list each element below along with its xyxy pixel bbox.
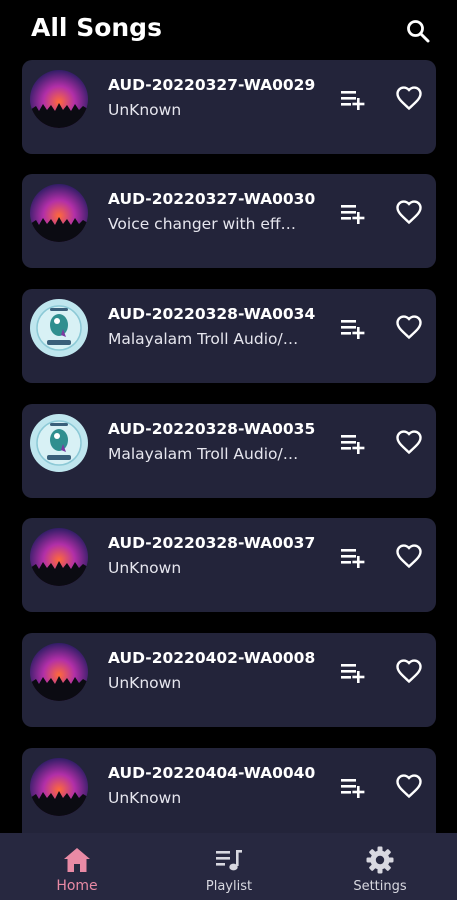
heart-outline-icon[interactable]	[394, 771, 424, 801]
song-card[interactable]: AUD-20220328-WA0034 Malayalam Troll Audi…	[22, 289, 436, 383]
song-artist: UnKnown	[108, 789, 182, 807]
playlist-add-icon[interactable]	[339, 429, 367, 457]
song-card[interactable]: AUD-20220402-WA0008 UnKnown	[22, 633, 436, 727]
song-list[interactable]: AUD-20220327-WA0029 UnKnown AUD-20220327…	[0, 0, 457, 833]
heart-outline-icon[interactable]	[394, 427, 424, 457]
playlist-add-icon[interactable]	[339, 199, 367, 227]
heart-outline-icon[interactable]	[394, 541, 424, 571]
song-artist: Malayalam Troll Audio/Memes	[108, 330, 303, 348]
album-art-concert	[30, 184, 88, 242]
playlist-add-icon[interactable]	[339, 543, 367, 571]
song-card[interactable]: AUD-20220328-WA0037 UnKnown	[22, 518, 436, 612]
song-artist: Malayalam Troll Audio/Memes	[108, 445, 303, 463]
nav-item-settings[interactable]: Settings	[320, 833, 440, 900]
page-title: All Songs	[31, 13, 162, 42]
song-artist: Voice changer with effects	[108, 215, 303, 233]
song-title: AUD-20220328-WA0035	[108, 420, 316, 438]
album-art-troll-logo	[30, 299, 88, 357]
song-title: AUD-20220328-WA0037	[108, 534, 316, 552]
album-art-concert	[30, 528, 88, 586]
song-title: AUD-20220328-WA0034	[108, 305, 316, 323]
album-art-troll-logo	[30, 414, 88, 472]
song-artist: UnKnown	[108, 559, 182, 577]
nav-label-home: Home	[56, 878, 98, 894]
nav-label-settings: Settings	[353, 879, 407, 894]
album-art-concert	[30, 758, 88, 816]
nav-label-playlist: Playlist	[205, 879, 253, 894]
song-card[interactable]: AUD-20220404-WA0040 UnKnown	[22, 748, 436, 833]
heart-outline-icon[interactable]	[394, 83, 424, 113]
playlist-add-icon[interactable]	[339, 658, 367, 686]
album-art-concert	[30, 70, 88, 128]
song-card[interactable]: AUD-20220328-WA0035 Malayalam Troll Audi…	[22, 404, 436, 498]
app-header: All Songs	[0, 0, 457, 60]
song-title: AUD-20220402-WA0008	[108, 649, 316, 667]
search-icon[interactable]	[404, 17, 432, 45]
bottom-nav: Home Playlist Settings	[0, 833, 457, 900]
heart-outline-icon[interactable]	[394, 656, 424, 686]
playlist-add-icon[interactable]	[339, 773, 367, 801]
playlist-icon	[216, 850, 242, 871]
gear-icon	[366, 846, 394, 874]
song-title: AUD-20220327-WA0029	[108, 76, 316, 94]
song-artist: UnKnown	[108, 101, 182, 119]
song-card[interactable]: AUD-20220327-WA0029 UnKnown	[22, 60, 436, 154]
song-title: AUD-20220327-WA0030	[108, 190, 316, 208]
album-art-concert	[30, 643, 88, 701]
heart-outline-icon[interactable]	[394, 312, 424, 342]
playlist-add-icon[interactable]	[339, 314, 367, 342]
home-icon	[64, 848, 90, 872]
heart-outline-icon[interactable]	[394, 197, 424, 227]
song-card[interactable]: AUD-20220327-WA0030 Voice changer with e…	[22, 174, 436, 268]
song-artist: UnKnown	[108, 674, 182, 692]
nav-item-home[interactable]: Home	[17, 833, 137, 900]
song-title: AUD-20220404-WA0040	[108, 764, 316, 782]
nav-item-playlist[interactable]: Playlist	[169, 833, 289, 900]
playlist-add-icon[interactable]	[339, 85, 367, 113]
